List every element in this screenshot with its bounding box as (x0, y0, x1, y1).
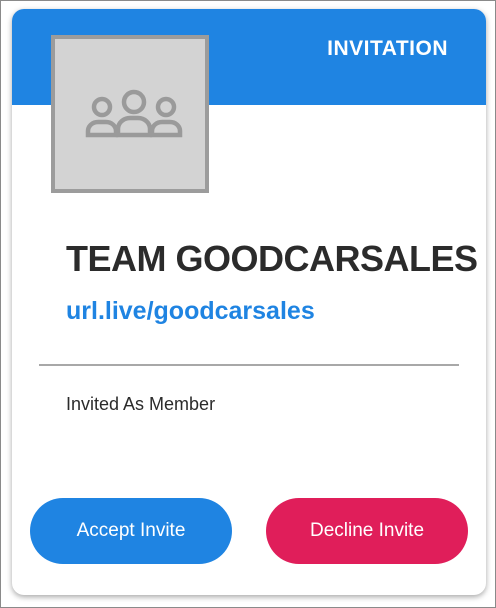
divider (39, 364, 459, 366)
decline-invite-button[interactable]: Decline Invite (266, 498, 468, 564)
team-avatar (51, 35, 209, 193)
window-frame: INVITATION TEAM GOODCARSALES url.live/go… (0, 0, 496, 608)
invitation-label: INVITATION (327, 37, 448, 60)
team-name: TEAM GOODCARSALES (66, 238, 478, 279)
accept-invite-button[interactable]: Accept Invite (30, 498, 232, 564)
invited-role-text: Invited As Member (66, 394, 216, 414)
invitation-card: INVITATION TEAM GOODCARSALES url.live/go… (12, 9, 486, 595)
team-url-link[interactable]: url.live/goodcarsales (66, 297, 315, 326)
people-group-icon (85, 89, 183, 138)
